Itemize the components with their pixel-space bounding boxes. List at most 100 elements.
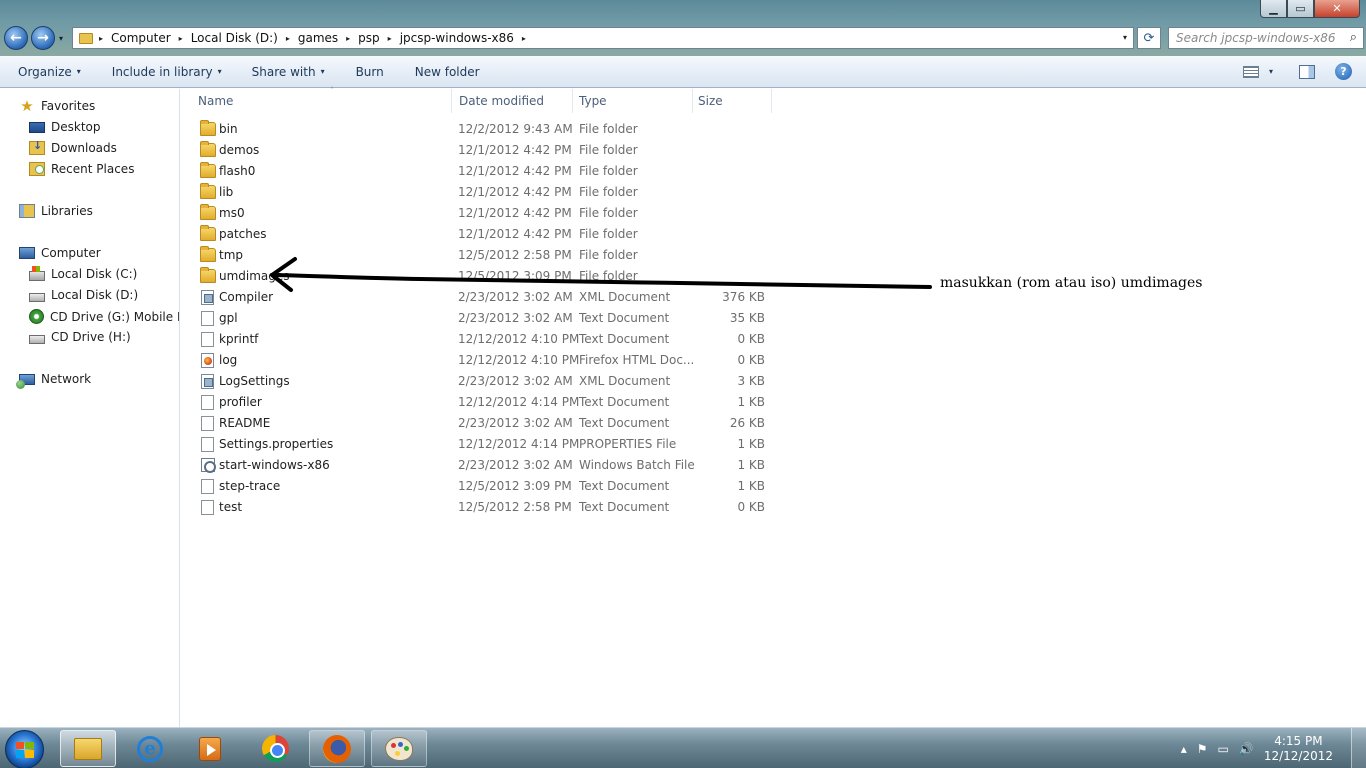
- cd-drive-icon: [29, 309, 44, 324]
- nav-cd-drive-g[interactable]: CD Drive (G:) Mobile Par: [29, 309, 179, 324]
- file-type: File folder: [579, 206, 638, 220]
- libraries-icon: [19, 204, 35, 218]
- file-row[interactable]: kprintf 12/12/2012 4:10 PM Text Document 0 …: [181, 329, 781, 350]
- file-row[interactable]: start-windows-x86 2/23/2012 3:02 AM Window…: [181, 455, 781, 476]
- network-status-icon[interactable]: ▭: [1218, 742, 1229, 756]
- file-date-modified: 12/1/2012 4:42 PM: [458, 227, 572, 241]
- view-options-dropdown[interactable]: ▾: [1269, 67, 1273, 76]
- file-row[interactable]: Compiler 2/23/2012 3:02 AM XML Document 376…: [181, 287, 781, 308]
- volume-icon[interactable]: 🔊: [1239, 742, 1254, 756]
- file-date-modified: 12/1/2012 4:42 PM: [458, 185, 572, 199]
- annotation-label: masukkan (rom atau iso) umdimages: [940, 275, 1203, 291]
- column-header-name[interactable]: Name ˄: [192, 86, 452, 113]
- sort-ascending-icon: ˄: [330, 86, 334, 95]
- breadcrumb-root-separator[interactable]: ▸: [99, 34, 111, 43]
- nav-favorites[interactable]: ★ Favorites: [19, 97, 96, 115]
- xml-document-icon: [201, 374, 214, 389]
- nav-local-disk-d[interactable]: Local Disk (D:): [0, 286, 179, 306]
- burn-button[interactable]: Burn: [325, 65, 384, 79]
- breadcrumb-games[interactable]: games ▸: [298, 31, 358, 45]
- file-row[interactable]: umdimages 12/5/2012 3:09 PM File folder: [181, 266, 781, 287]
- search-input[interactable]: Search jpcsp-windows-x86 ⌕: [1168, 27, 1364, 49]
- organize-button[interactable]: Organize ▾: [0, 65, 81, 79]
- folder-icon: [200, 225, 216, 241]
- address-bar[interactable]: ▸ Computer ▸ Local Disk (D:) ▸ games ▸ psp ▸…: [72, 27, 1134, 49]
- file-date-modified: 12/1/2012 4:42 PM: [458, 143, 572, 157]
- new-folder-button[interactable]: New folder: [384, 65, 480, 79]
- share-with-button[interactable]: Share with ▾: [222, 65, 325, 79]
- start-button[interactable]: [5, 730, 44, 768]
- file-type: Text Document: [579, 500, 670, 514]
- maximize-button[interactable]: ▭: [1287, 0, 1314, 18]
- nav-cd-drive-h[interactable]: CD Drive (H:): [29, 330, 131, 344]
- file-row[interactable]: tmp 12/5/2012 2:58 PM File folder: [181, 245, 781, 266]
- file-row[interactable]: bin 12/2/2012 9:43 AM File folder: [181, 119, 781, 140]
- clock[interactable]: 4:15 PM 12/12/2012: [1264, 734, 1333, 764]
- nav-label: Favorites: [41, 99, 96, 113]
- internet-explorer-icon: e: [137, 735, 163, 762]
- breadcrumb-psp[interactable]: psp ▸: [358, 31, 400, 45]
- nav-computer[interactable]: Computer: [19, 246, 101, 260]
- back-button[interactable]: ←: [4, 26, 28, 50]
- file-row[interactable]: lib 12/1/2012 4:42 PM File folder: [181, 182, 781, 203]
- file-row[interactable]: gpl 2/23/2012 3:02 AM Text Document 35 KB: [181, 308, 781, 329]
- nav-recent-places[interactable]: Recent Places: [29, 162, 134, 176]
- firefox-icon: [323, 734, 351, 763]
- clock-date: 12/12/2012: [1263, 748, 1333, 763]
- column-header-date-modified[interactable]: Date modified: [453, 89, 573, 113]
- file-size: 0 KB: [737, 353, 765, 367]
- taskbar-firefox[interactable]: [309, 730, 365, 767]
- file-row[interactable]: LogSettings 2/23/2012 3:02 AM XML Document…: [181, 371, 781, 392]
- forward-button[interactable]: →: [31, 26, 55, 50]
- recent-pages-dropdown[interactable]: ▾: [59, 34, 63, 43]
- breadcrumb-local-disk-d[interactable]: Local Disk (D:) ▸: [191, 31, 298, 45]
- file-row[interactable]: README 2/23/2012 3:02 AM Text Document 26 K…: [181, 413, 781, 434]
- file-row[interactable]: Settings.properties 12/12/2012 4:14 PM PRO…: [181, 434, 781, 455]
- help-icon[interactable]: ?: [1335, 63, 1352, 80]
- breadcrumb-computer[interactable]: Computer ▸: [111, 31, 191, 45]
- nav-libraries[interactable]: Libraries: [19, 204, 93, 218]
- file-row[interactable]: step-trace 12/5/2012 3:09 PM Text Document…: [181, 476, 781, 497]
- taskbar-explorer[interactable]: [60, 730, 116, 767]
- change-view-icon[interactable]: [1242, 65, 1259, 78]
- file-row[interactable]: profiler 12/12/2012 4:14 PM Text Document 1…: [181, 392, 781, 413]
- file-type: Text Document: [579, 332, 670, 346]
- taskbar-chrome[interactable]: [247, 730, 303, 767]
- nav-desktop[interactable]: Desktop: [29, 120, 101, 134]
- file-size: 3 KB: [737, 374, 765, 388]
- file-type: Text Document: [579, 395, 670, 409]
- folder-icon: [200, 246, 216, 262]
- file-row[interactable]: demos 12/1/2012 4:42 PM File folder: [181, 140, 781, 161]
- taskbar-paint[interactable]: [371, 730, 427, 767]
- xml-document-icon: [201, 290, 214, 305]
- star-icon: ★: [20, 97, 34, 115]
- file-row[interactable]: ms0 12/1/2012 4:42 PM File folder: [181, 203, 781, 224]
- chrome-icon: [261, 735, 289, 762]
- include-in-library-button[interactable]: Include in library ▾: [81, 65, 222, 79]
- nav-downloads[interactable]: Downloads: [29, 139, 117, 155]
- column-header-type[interactable]: Type: [573, 89, 693, 113]
- minimize-button[interactable]: ▁: [1260, 0, 1287, 18]
- file-row[interactable]: log 12/12/2012 4:10 PM Firefox HTML Doc...…: [181, 350, 781, 371]
- taskbar-internet-explorer[interactable]: e: [122, 730, 178, 767]
- column-header-size[interactable]: Size: [692, 89, 772, 113]
- address-history-dropdown[interactable]: ▾: [1123, 33, 1127, 42]
- file-row[interactable]: patches 12/1/2012 4:42 PM File folder: [181, 224, 781, 245]
- file-row[interactable]: test 12/5/2012 2:58 PM Text Document 0 KB: [181, 497, 781, 518]
- search-icon[interactable]: ⌕: [1350, 30, 1357, 45]
- file-type: File folder: [579, 269, 638, 283]
- file-name: patches: [219, 227, 267, 241]
- close-button[interactable]: ✕: [1314, 0, 1360, 18]
- taskbar-media-player[interactable]: [182, 730, 238, 767]
- breadcrumb-jpcsp[interactable]: jpcsp-windows-x86 ▸: [400, 31, 534, 45]
- refresh-button[interactable]: ⟳: [1137, 27, 1161, 49]
- file-row[interactable]: flash0 12/1/2012 4:42 PM File folder: [181, 161, 781, 182]
- nav-network[interactable]: Network: [16, 372, 91, 389]
- action-center-flag-icon[interactable]: ⚑: [1197, 742, 1208, 756]
- file-date-modified: 12/12/2012 4:14 PM: [458, 437, 580, 451]
- file-name: gpl: [219, 311, 238, 325]
- preview-pane-icon[interactable]: [1299, 64, 1315, 79]
- show-desktop-button[interactable]: [1351, 728, 1366, 768]
- show-hidden-icons-arrow-icon[interactable]: ▴: [1181, 742, 1187, 756]
- nav-local-disk-c[interactable]: Local Disk (C:): [29, 266, 137, 281]
